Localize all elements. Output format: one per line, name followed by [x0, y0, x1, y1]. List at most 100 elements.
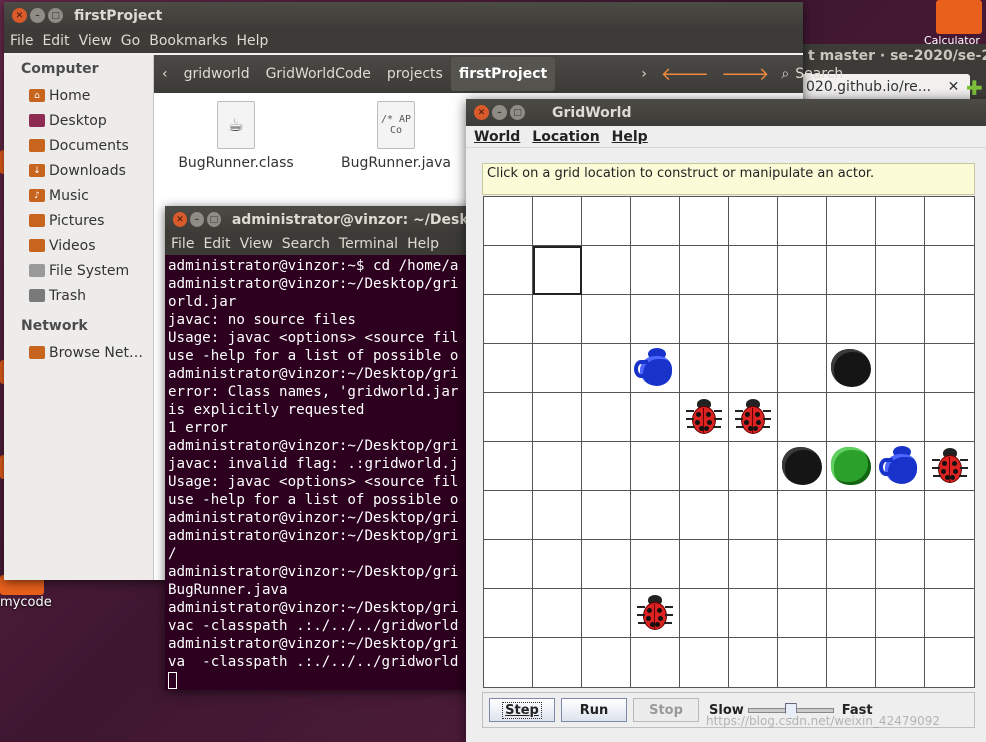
grid-cell[interactable] [631, 295, 680, 344]
grid-cell[interactable] [484, 589, 533, 638]
grid-cell[interactable] [680, 393, 729, 442]
critter-icon[interactable] [634, 348, 676, 388]
grid-cell[interactable] [827, 197, 876, 246]
grid-cell[interactable] [925, 344, 974, 393]
grid-cell[interactable] [827, 638, 876, 687]
file-manager-titlebar[interactable]: ✕ – □ firstProject [4, 2, 803, 29]
grid-cell[interactable] [876, 540, 925, 589]
grid-cell[interactable] [484, 393, 533, 442]
grid-cell[interactable] [680, 197, 729, 246]
sidebar-item-file-system[interactable]: File System [4, 258, 153, 283]
grid-cell[interactable] [925, 442, 974, 491]
breadcrumb-projects[interactable]: projects [379, 57, 451, 91]
grid-cell[interactable] [631, 491, 680, 540]
desktop-icon-label-mycode[interactable]: mycode [0, 595, 52, 610]
sidebar-item-pictures[interactable]: Pictures [4, 208, 153, 233]
grid-cell[interactable] [778, 246, 827, 295]
grid-cell[interactable] [778, 442, 827, 491]
path-scroll-left-icon[interactable]: ‹ [154, 57, 176, 91]
menu-terminal[interactable]: Terminal [339, 236, 398, 252]
grid-cell[interactable] [778, 197, 827, 246]
breadcrumb-gridworldcode[interactable]: GridWorldCode [258, 57, 379, 91]
grid-cell[interactable] [729, 442, 778, 491]
grid-cell[interactable] [876, 246, 925, 295]
grid-cell[interactable] [484, 197, 533, 246]
menu-world[interactable]: World [474, 129, 520, 145]
grid-cell[interactable] [582, 442, 631, 491]
grid-cell[interactable] [533, 344, 582, 393]
grid-cell[interactable] [533, 197, 582, 246]
grid-cell[interactable] [778, 344, 827, 393]
grid-cell[interactable] [729, 246, 778, 295]
grid-cell[interactable] [631, 246, 680, 295]
grid-cell[interactable] [925, 491, 974, 540]
menu-help[interactable]: Help [612, 129, 648, 145]
grid-cell[interactable] [876, 442, 925, 491]
grid-cell[interactable] [827, 295, 876, 344]
grid-cell[interactable] [778, 295, 827, 344]
close-icon[interactable]: ✕ [474, 105, 489, 120]
grid-cell[interactable] [729, 589, 778, 638]
grid-cell[interactable] [778, 491, 827, 540]
grid-cell[interactable] [778, 589, 827, 638]
grid-cell[interactable] [680, 491, 729, 540]
grid-cell[interactable] [729, 197, 778, 246]
bug-icon[interactable] [735, 398, 771, 436]
grid-cell[interactable] [925, 197, 974, 246]
grid-cell[interactable] [925, 393, 974, 442]
bug-icon[interactable] [637, 594, 673, 632]
grid-cell[interactable] [925, 295, 974, 344]
menu-view[interactable]: View [79, 33, 112, 49]
bug-icon[interactable] [931, 447, 968, 485]
grid-cell[interactable] [680, 442, 729, 491]
grid-cell[interactable] [533, 491, 582, 540]
menu-help[interactable]: Help [407, 236, 439, 252]
grid-cell[interactable] [680, 295, 729, 344]
grid-cell[interactable] [778, 540, 827, 589]
grid-cell[interactable] [729, 393, 778, 442]
grid-cell[interactable] [533, 442, 582, 491]
sidebar-item-music[interactable]: ♪ Music [4, 183, 153, 208]
grid-cell[interactable] [484, 540, 533, 589]
grid-cell[interactable] [631, 393, 680, 442]
grid-cell[interactable] [484, 344, 533, 393]
menu-help[interactable]: Help [236, 33, 268, 49]
grid-cell[interactable] [925, 589, 974, 638]
sidebar-item-browse-network[interactable]: Browse Net… [4, 340, 153, 365]
grid-cell[interactable] [827, 393, 876, 442]
grid-cell[interactable] [484, 638, 533, 687]
rock-icon[interactable] [831, 349, 871, 387]
grid-cell[interactable] [680, 638, 729, 687]
grid-cell[interactable] [827, 540, 876, 589]
grid-cell[interactable] [778, 393, 827, 442]
breadcrumb-firstproject[interactable]: firstProject [450, 57, 556, 91]
grid-cell[interactable] [484, 491, 533, 540]
grid-cell[interactable] [680, 589, 729, 638]
grid-cell[interactable] [582, 246, 631, 295]
forward-arrow-icon[interactable]: 🡒 [721, 64, 769, 85]
grid-cell[interactable] [729, 638, 778, 687]
grid-cell[interactable] [876, 344, 925, 393]
grid-cell[interactable] [631, 344, 680, 393]
grid-cell[interactable] [925, 638, 974, 687]
close-icon[interactable]: ✕ [173, 212, 187, 227]
tab-close-icon[interactable]: ✕ [948, 79, 960, 95]
grid-cell[interactable] [876, 638, 925, 687]
new-tab-icon[interactable]: ✚ [966, 76, 983, 100]
grid-cell[interactable] [925, 540, 974, 589]
maximize-icon[interactable]: □ [510, 105, 525, 120]
grid-cell[interactable] [631, 638, 680, 687]
grid-cell[interactable] [876, 491, 925, 540]
terminal-output[interactable]: administrator@vinzor:~$ cd /home/a admini… [165, 255, 485, 690]
grid-cell[interactable] [533, 540, 582, 589]
grid-cell[interactable] [533, 246, 582, 295]
sidebar-item-home[interactable]: ⌂ Home [4, 83, 153, 108]
menu-edit[interactable]: Edit [42, 33, 69, 49]
grid-cell[interactable] [827, 246, 876, 295]
minimize-icon[interactable]: – [189, 212, 204, 227]
grid-cell[interactable] [582, 344, 631, 393]
minimize-icon[interactable]: – [30, 8, 45, 23]
grid-cell[interactable] [680, 540, 729, 589]
grid-cell[interactable] [484, 295, 533, 344]
grid-cell[interactable] [582, 638, 631, 687]
